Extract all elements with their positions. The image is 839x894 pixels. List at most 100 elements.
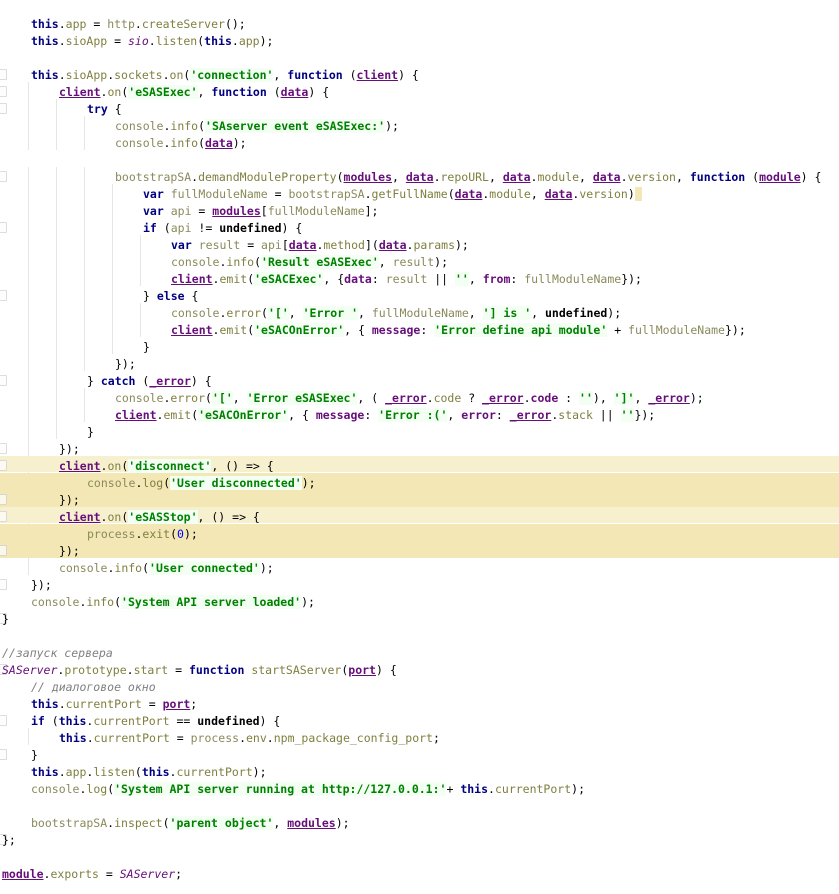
code-line[interactable]: });: [0, 577, 839, 594]
code-line[interactable]: client.emit('eSACOnError', { message: 'E…: [0, 407, 839, 424]
keyword: var: [171, 238, 192, 252]
code-line[interactable]: [0, 50, 839, 67]
punctuation: =: [240, 238, 262, 252]
punctuation: ,: [358, 306, 372, 320]
code-line[interactable]: bootstrapSA.inspect('parent object', mod…: [0, 815, 839, 832]
code-line[interactable]: this.app = http.createServer();: [0, 16, 839, 33]
code-line[interactable]: // диалоговое окно: [0, 679, 839, 696]
code-line[interactable]: var api = modules[fullModuleName];: [0, 203, 839, 220]
code-line[interactable]: this.sioApp = sio.listen(this.app);: [0, 33, 839, 50]
string-literal: 'connection': [190, 68, 274, 82]
punctuation: .: [148, 34, 156, 48]
member-name: start: [133, 663, 169, 677]
code-line[interactable]: }: [0, 339, 839, 356]
member-name: sockets: [114, 68, 163, 82]
punctuation: });: [31, 578, 52, 592]
code-line[interactable]: [0, 798, 839, 815]
punctuation: {: [107, 102, 122, 116]
code-line[interactable]: //запуск сервера: [0, 645, 839, 662]
code-line[interactable]: [0, 628, 839, 645]
punctuation: (: [254, 255, 262, 269]
member-name: method: [323, 238, 365, 252]
punctuation: ,: [530, 187, 545, 201]
code-line[interactable]: client.on('disconnect', () => {: [0, 458, 839, 475]
identifier: api: [170, 221, 192, 235]
code-line[interactable]: console.info('SAserver event eSASExec:')…: [0, 118, 839, 135]
parameter: modules: [343, 170, 392, 184]
code-line[interactable]: };: [0, 832, 839, 849]
string-literal: ']': [613, 391, 635, 405]
method-call: emit: [163, 408, 192, 422]
code-line[interactable]: [0, 849, 839, 866]
code-line[interactable]: }: [0, 747, 839, 764]
code-line[interactable]: [0, 152, 839, 169]
punctuation: ) {: [190, 374, 212, 388]
code-line[interactable]: } else {: [0, 288, 839, 305]
code-line[interactable]: });: [0, 356, 839, 373]
parameter: data: [544, 187, 573, 201]
this-keyword: this: [31, 68, 59, 82]
string-literal: 'disconnect': [128, 459, 212, 473]
identifier: process: [87, 527, 136, 541]
identifier: api: [170, 204, 192, 218]
punctuation: ,: [634, 391, 649, 405]
code-line[interactable]: process.exit(0);: [0, 526, 839, 543]
code-line[interactable]: bootstrapSA.demandModuleProperty(modules…: [0, 169, 839, 186]
punctuation: {: [184, 289, 199, 303]
object-key: message: [315, 408, 365, 422]
code-line[interactable]: var result = api[data.method](data.param…: [0, 237, 839, 254]
punctuation: (: [205, 391, 212, 405]
punctuation: [: [260, 204, 268, 218]
code-line[interactable]: });: [0, 543, 839, 560]
member-name: sioApp: [65, 34, 108, 48]
string-literal: 'parent object': [169, 816, 274, 830]
keyword: var: [143, 187, 164, 201]
code-line[interactable]: if (api != undefined) {: [0, 220, 839, 237]
member-name: currentPort: [176, 765, 253, 779]
identifier: fullModuleName: [628, 323, 725, 337]
keyword: function: [211, 85, 267, 99]
code-line[interactable]: if (this.currentPort == undefined) {: [0, 713, 839, 730]
punctuation: );: [259, 561, 274, 575]
code-line[interactable]: client.on('eSASStop', () => {: [0, 509, 839, 526]
identifier: console: [31, 595, 80, 609]
parameter: _error: [149, 374, 191, 388]
code-line[interactable]: client.on('eSASExec', function (data) {: [0, 84, 839, 101]
this-keyword: this: [31, 34, 59, 48]
code-line[interactable]: console.info(data);: [0, 135, 839, 152]
code-line[interactable]: });: [0, 441, 839, 458]
string-literal: 'Error ': [302, 306, 358, 320]
punctuation: );: [385, 119, 399, 133]
code-line[interactable]: console. error('[', 'Error eSASExec', ( _…: [0, 390, 839, 407]
code-line[interactable]: });: [0, 492, 839, 509]
code-line[interactable]: } catch (_error) {: [0, 373, 839, 390]
member-name: version: [579, 187, 628, 201]
punctuation: );: [301, 476, 316, 490]
code-line[interactable]: console.log('System API server running a…: [0, 781, 839, 798]
method-call: error: [170, 391, 206, 405]
code-line[interactable]: this.app.listen(this.currentPort);: [0, 764, 839, 781]
identifier: console: [87, 476, 136, 490]
code-line[interactable]: try {: [0, 101, 839, 118]
code-line[interactable]: console.error('[', 'Error ', fullModuleN…: [0, 305, 839, 322]
code-line[interactable]: console.info('System API server loaded')…: [0, 594, 839, 611]
code-line[interactable]: console.info('User connected');: [0, 560, 839, 577]
member-name: currentPort: [65, 697, 142, 711]
code-line[interactable]: this.currentPort = process.env.npm_packa…: [0, 730, 839, 747]
code-line[interactable]: client.emit('eSACExec', {data: result ||…: [0, 271, 839, 288]
code-line[interactable]: console.info('Result eSASExec', result);: [0, 254, 839, 271]
code-line[interactable]: console.log('User disconnected');: [0, 475, 839, 492]
code-line[interactable]: }: [0, 424, 839, 441]
code-line[interactable]: client.emit('eSACOnError', { message: 'E…: [0, 322, 839, 339]
punctuation: .: [620, 170, 628, 184]
code-editor[interactable]: this.app = http.createServer(); this.sioA…: [0, 0, 839, 894]
identifier: console: [171, 255, 220, 269]
punctuation: :: [420, 323, 435, 337]
code-line[interactable]: this.sioApp.sockets.on('connection', fun…: [0, 67, 839, 84]
code-line[interactable]: this.currentPort = port;: [0, 696, 839, 713]
punctuation: =: [169, 731, 191, 745]
code-line[interactable]: SAServer.prototype.start = function star…: [0, 662, 839, 679]
code-line[interactable]: module.exports = SAServer;: [0, 866, 839, 883]
code-line[interactable]: }: [0, 611, 839, 628]
code-line[interactable]: var fullModuleName = bootstrapSA.getFull…: [0, 186, 839, 203]
